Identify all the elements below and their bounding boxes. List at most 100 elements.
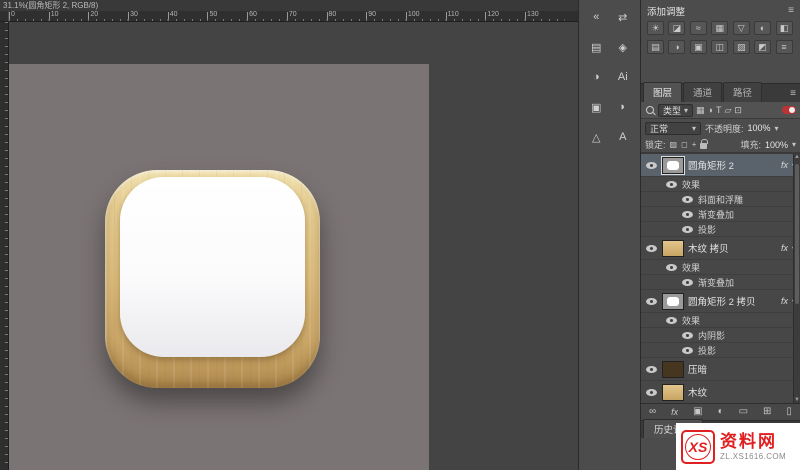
scroll-up-icon[interactable]: ▲ <box>794 154 800 160</box>
fx-badge[interactable]: fx <box>781 243 788 253</box>
visibility-eye-icon[interactable] <box>681 344 694 357</box>
layer-thumbnail[interactable] <box>662 293 684 310</box>
vertical-ruler[interactable] <box>0 22 9 470</box>
filter-kind-dropdown[interactable]: 类型 ▾ <box>658 104 693 117</box>
swatches-panel-icon[interactable]: ▤ <box>584 38 608 56</box>
filter-shape-icon[interactable]: ▱ <box>724 105 731 116</box>
vibrance-icon[interactable]: ▽ <box>733 21 750 35</box>
visibility-eye-icon[interactable] <box>645 295 658 308</box>
panel-menu-icon[interactable]: ≡ <box>788 5 794 16</box>
layer-name[interactable]: 压暗 <box>688 362 796 376</box>
exposure-icon[interactable]: ▦ <box>711 21 728 35</box>
visibility-eye-icon[interactable] <box>681 329 694 342</box>
adjustments-panel-icon[interactable]: ◑ <box>584 68 608 86</box>
hue-saturation-icon[interactable]: ◐ <box>754 21 771 35</box>
chevron-down-icon[interactable]: ▾ <box>792 140 796 149</box>
effect-name[interactable]: 效果 <box>682 314 796 327</box>
layer-thumbnail[interactable] <box>662 157 684 174</box>
visibility-eye-icon[interactable] <box>645 159 658 172</box>
black-white-icon[interactable]: ▤ <box>647 40 664 54</box>
filter-type-icon[interactable]: T <box>716 105 722 115</box>
document-canvas[interactable] <box>9 64 429 470</box>
layer-name[interactable]: 木纹 拷贝 <box>688 241 777 255</box>
visibility-eye-icon[interactable] <box>665 178 678 191</box>
scroll-down-icon[interactable]: ▼ <box>794 397 800 403</box>
layer-row-darken[interactable]: 压暗 <box>641 358 800 381</box>
effect-name[interactable]: 效果 <box>682 261 796 274</box>
new-layer-button[interactable]: ⊞ <box>763 407 771 417</box>
new-group-button[interactable]: ▭ <box>739 407 748 417</box>
layer-thumbnail[interactable] <box>662 384 684 401</box>
effect-name[interactable]: 渐变叠加 <box>698 276 796 289</box>
lock-all-icon[interactable] <box>700 143 707 149</box>
effect-row[interactable]: 投影 <box>641 222 800 237</box>
fill-value[interactable]: 100% <box>765 140 788 150</box>
ai-panel-icon[interactable]: Ai <box>611 68 635 86</box>
invert-icon[interactable]: ▨ <box>733 40 750 54</box>
styles-panel-icon[interactable]: ◈ <box>611 38 635 56</box>
fx-badge[interactable]: fx <box>781 296 788 306</box>
character-panel-icon[interactable]: A <box>611 128 635 146</box>
visibility-eye-icon[interactable] <box>681 208 694 221</box>
effects-group-row[interactable]: 效果 <box>641 260 800 275</box>
effect-name[interactable]: 投影 <box>698 223 796 236</box>
delete-layer-button[interactable]: ▯ <box>786 407 792 417</box>
lock-pixels-icon[interactable]: ◻ <box>681 140 688 149</box>
color-balance-icon[interactable]: ◧ <box>776 21 793 35</box>
effect-name[interactable]: 渐变叠加 <box>698 208 796 221</box>
3d-panel-icon[interactable]: ▣ <box>584 98 608 116</box>
layers-scrollbar[interactable]: ▲ ▼ <box>793 154 800 403</box>
photo-filter-icon[interactable]: ◑ <box>668 40 685 54</box>
filter-adjustment-icon[interactable]: ◑ <box>708 105 713 115</box>
threshold-icon[interactable]: ≡ <box>776 40 793 54</box>
lock-transparency-icon[interactable]: ▨ <box>670 140 678 149</box>
visibility-eye-icon[interactable] <box>645 363 658 376</box>
layer-thumbnail[interactable] <box>662 361 684 378</box>
masks-panel-icon[interactable]: ◗ <box>611 98 635 116</box>
channel-mixer-icon[interactable]: ▣ <box>690 40 707 54</box>
effects-group-row[interactable]: 效果 <box>641 177 800 192</box>
layer-name[interactable]: 圆角矩形 2 <box>688 158 777 172</box>
layer-style-button[interactable]: fx <box>671 408 678 417</box>
levels-icon[interactable]: ◪ <box>668 21 685 35</box>
fx-badge[interactable]: fx <box>781 160 788 170</box>
visibility-eye-icon[interactable] <box>665 261 678 274</box>
filter-toggle-switch[interactable] <box>782 106 796 114</box>
brightness-contrast-icon[interactable]: ☀ <box>647 21 664 35</box>
curves-icon[interactable]: ≈ <box>690 21 707 35</box>
layer-row-rounded-rect-2-copy[interactable]: 圆角矩形 2 拷贝 fx ▾ <box>641 290 800 313</box>
effect-row[interactable]: 渐变叠加 <box>641 275 800 290</box>
layer-thumbnail[interactable] <box>662 240 684 257</box>
tab-paths[interactable]: 路径 <box>723 82 762 102</box>
effect-row[interactable]: 投影 <box>641 343 800 358</box>
effect-row[interactable]: 内阴影 <box>641 328 800 343</box>
layer-row-rounded-rect-2[interactable]: 圆角矩形 2 fx ▾ <box>641 154 800 177</box>
arrows-panel-icon[interactable]: ⇄ <box>611 8 635 26</box>
layer-name[interactable]: 木纹 <box>688 385 796 399</box>
visibility-eye-icon[interactable] <box>645 386 658 399</box>
link-layers-button[interactable]: ∞ <box>649 407 656 417</box>
visibility-eye-icon[interactable] <box>681 193 694 206</box>
layer-name[interactable]: 圆角矩形 2 拷贝 <box>688 294 777 308</box>
blend-mode-dropdown[interactable]: 正常 ▾ <box>645 122 701 135</box>
tab-layers[interactable]: 图层 <box>643 82 682 102</box>
filter-smart-object-icon[interactable]: ⊡ <box>734 105 742 116</box>
add-mask-button[interactable]: ▣ <box>693 407 702 417</box>
effect-name[interactable]: 斜面和浮雕 <box>698 193 796 206</box>
color-lookup-icon[interactable]: ◫ <box>711 40 728 54</box>
expand-dock-icon[interactable]: « <box>584 8 608 26</box>
layer-row-wood-copy[interactable]: 木纹 拷贝 fx ▾ <box>641 237 800 260</box>
visibility-eye-icon[interactable] <box>681 276 694 289</box>
posterize-icon[interactable]: ◩ <box>754 40 771 54</box>
visibility-eye-icon[interactable] <box>645 242 658 255</box>
effects-group-row[interactable]: 效果 <box>641 313 800 328</box>
horizontal-ruler[interactable]: 0 10 20 30 40 50 60 70 80 90 100 110 120… <box>9 11 578 22</box>
lock-position-icon[interactable]: + <box>692 140 697 149</box>
tool-presets-panel-icon[interactable]: △ <box>584 128 608 146</box>
scrollbar-thumb[interactable] <box>795 164 799 304</box>
visibility-eye-icon[interactable] <box>681 223 694 236</box>
effect-row[interactable]: 斜面和浮雕 <box>641 192 800 207</box>
new-adjustment-layer-button[interactable]: ◐ <box>718 407 724 417</box>
effect-name[interactable]: 内阴影 <box>698 329 796 342</box>
filter-pixel-icon[interactable]: ▦ <box>696 105 705 116</box>
